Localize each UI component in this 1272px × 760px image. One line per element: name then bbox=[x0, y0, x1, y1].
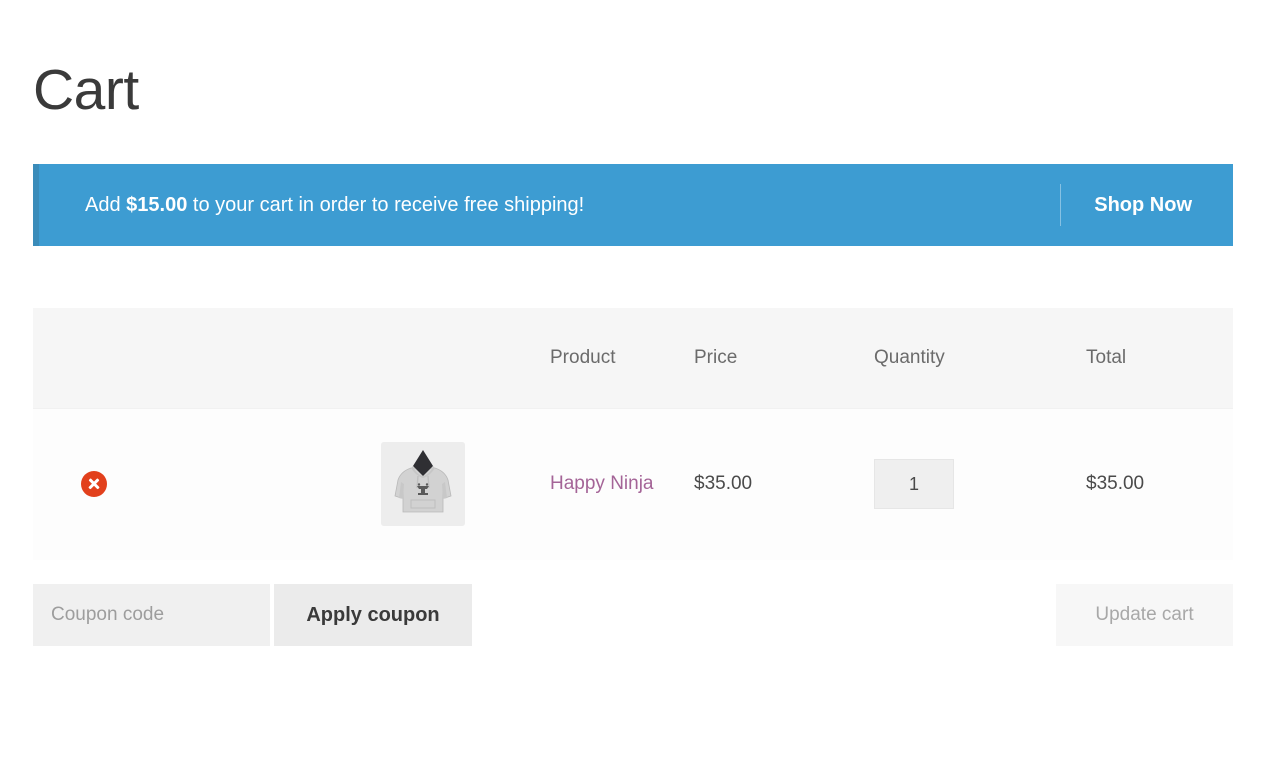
page-title: Cart bbox=[33, 62, 1233, 119]
cart-header-row: Product Price Quantity Total bbox=[33, 308, 1233, 408]
column-header-quantity: Quantity bbox=[874, 308, 1086, 408]
column-header-thumbnail bbox=[153, 308, 441, 408]
cart-item-product-cell: Happy Ninja bbox=[441, 408, 694, 560]
column-header-price: Price bbox=[694, 308, 874, 408]
column-header-remove bbox=[33, 308, 153, 408]
cart-item-price: $35.00 bbox=[694, 408, 874, 560]
cart-table-header: Product Price Quantity Total bbox=[33, 308, 1233, 408]
quantity-input[interactable] bbox=[874, 459, 954, 509]
cart-item-quantity-cell bbox=[874, 408, 1086, 560]
banner-accent-stripe bbox=[33, 164, 39, 246]
cart-page: Cart Add $15.00 to your cart in order to… bbox=[0, 0, 1272, 760]
cart-table-body: Happy Ninja $35.00 $35.00 bbox=[33, 408, 1233, 560]
apply-coupon-button[interactable]: Apply coupon bbox=[274, 584, 472, 646]
cart-item-thumbnail-cell bbox=[153, 408, 441, 560]
column-header-total: Total bbox=[1086, 308, 1233, 408]
hoodie-illustration-icon bbox=[381, 442, 465, 526]
cart-table: Product Price Quantity Total bbox=[33, 308, 1233, 560]
cart-actions-row: Apply coupon Update cart bbox=[33, 584, 1233, 646]
free-shipping-banner: Add $15.00 to your cart in order to rece… bbox=[33, 164, 1233, 246]
product-name-link[interactable]: Happy Ninja bbox=[550, 473, 654, 494]
cart-item-total: $35.00 bbox=[1086, 408, 1233, 560]
update-cart-button[interactable]: Update cart bbox=[1056, 584, 1233, 646]
banner-message-prefix: Add bbox=[85, 194, 126, 216]
banner-action-area: Shop Now bbox=[1060, 164, 1233, 246]
remove-item-icon[interactable] bbox=[81, 471, 107, 497]
banner-amount: $15.00 bbox=[126, 194, 187, 216]
banner-message: Add $15.00 to your cart in order to rece… bbox=[85, 194, 584, 217]
column-header-product: Product bbox=[441, 308, 694, 408]
shop-now-button[interactable]: Shop Now bbox=[1061, 194, 1233, 217]
product-thumbnail[interactable] bbox=[381, 442, 465, 526]
coupon-code-input[interactable] bbox=[33, 584, 270, 646]
table-row: Happy Ninja $35.00 $35.00 bbox=[33, 408, 1233, 560]
banner-message-suffix: to your cart in order to receive free sh… bbox=[187, 194, 584, 216]
page-content: Cart Add $15.00 to your cart in order to… bbox=[33, 0, 1233, 646]
cart-item-remove-cell bbox=[33, 408, 153, 560]
